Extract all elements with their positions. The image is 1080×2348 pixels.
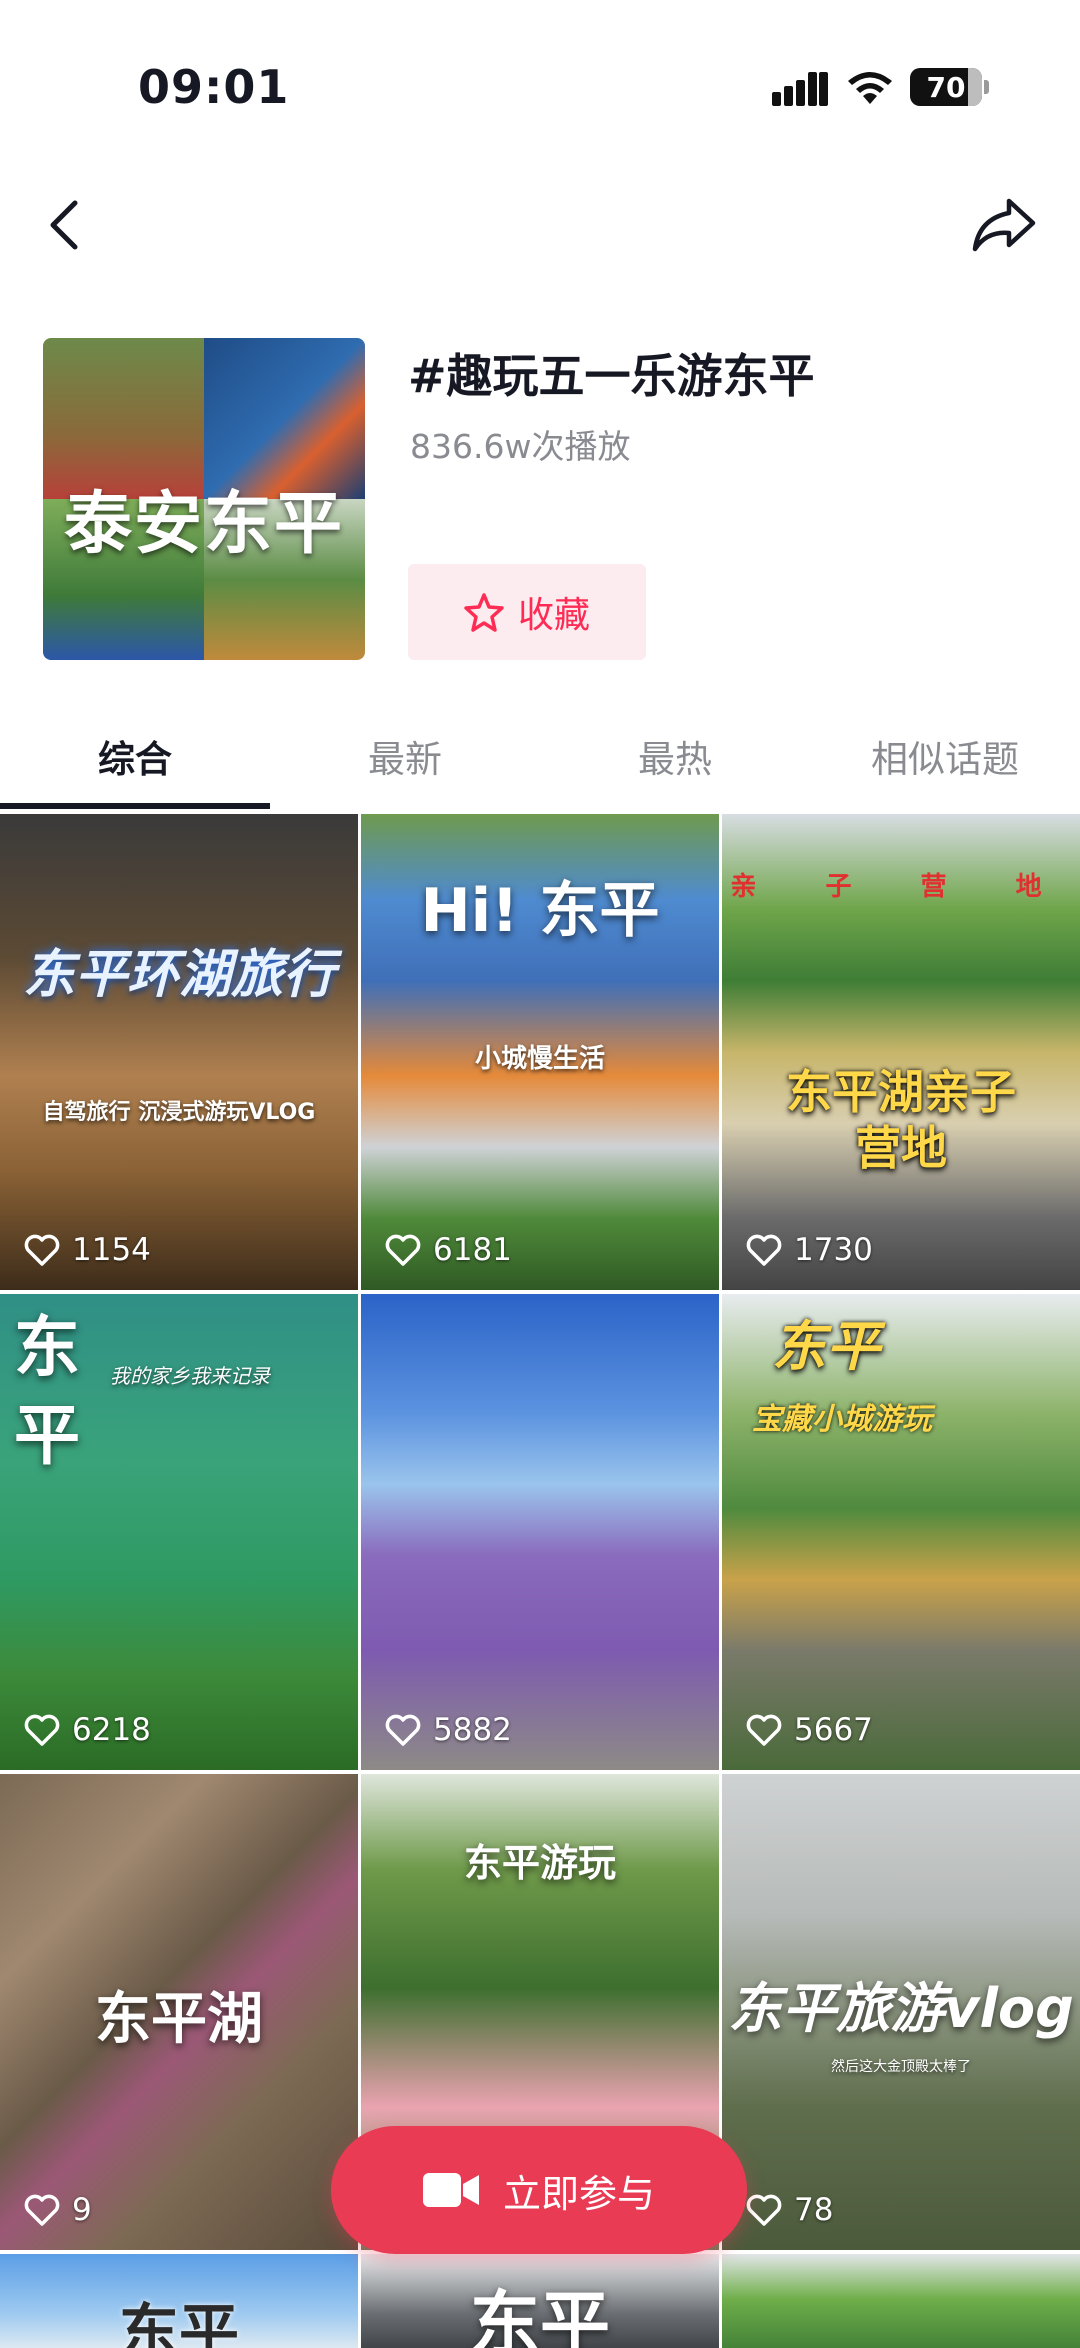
video-subtitle: 亲 子 营 地 [730, 872, 1072, 902]
heart-icon [746, 2194, 782, 2226]
like-count-value: 5882 [433, 1712, 512, 1748]
heart-icon [24, 1234, 60, 1266]
like-count-value: 6181 [433, 1232, 512, 1268]
active-tab-indicator [0, 803, 270, 809]
topic-title: #趣玩五一乐游东平 [408, 349, 815, 403]
video-card[interactable]: 5882 [361, 1294, 719, 1770]
like-count: 9 [24, 2192, 92, 2228]
video-subtitle: 然后这大金顶殿太棒了 [831, 2059, 971, 2075]
video-title: 东平游玩 [463, 1841, 616, 1885]
like-count: 78 [746, 2192, 833, 2228]
cellular-signal-icon [772, 72, 828, 106]
status-time: 09:01 [138, 60, 290, 114]
video-card[interactable]: 东平湖 9 [0, 1774, 358, 2250]
video-card[interactable]: 东平 [361, 2254, 719, 2348]
like-count-value: 78 [794, 2192, 834, 2228]
like-count: 1730 [746, 1232, 873, 1268]
join-now-label: 立即参与 [502, 2171, 655, 2216]
video-subtitle: 自驾旅行 沉浸式游玩VLOG [42, 1100, 316, 1125]
video-card[interactable] [722, 2254, 1080, 2348]
battery-empty-segment [968, 68, 982, 106]
tab-comprehensive[interactable]: 综合 [0, 720, 270, 812]
status-bar: 09:01 70 [0, 0, 1080, 150]
back-button[interactable] [34, 190, 94, 260]
video-title: 东平湖亲子营地 [786, 1065, 1016, 1175]
video-card[interactable]: Hi! 东平 小城慢生活 6181 [361, 814, 719, 1290]
video-title: 东平 [470, 2283, 610, 2348]
video-card[interactable]: 亲 子 营 地 东平湖亲子营地 1730 [722, 814, 1080, 1290]
heart-icon [746, 1714, 782, 1746]
favorite-label: 收藏 [517, 595, 590, 636]
star-icon [464, 593, 504, 632]
battery-icon: 70 [910, 68, 989, 106]
like-count: 6218 [24, 1712, 151, 1748]
chevron-left-icon [50, 200, 78, 250]
heart-icon [24, 1714, 60, 1746]
heart-icon [385, 1234, 421, 1266]
like-count-value: 1154 [72, 1232, 151, 1268]
video-subtitle: 我的家乡我来记录 [110, 1364, 270, 1388]
video-title: 东平湖 [95, 1987, 263, 2052]
heart-icon [385, 1714, 421, 1746]
share-button[interactable] [966, 190, 1042, 260]
cover-title: 泰安东平 [63, 485, 344, 564]
video-title: 东平 [119, 2298, 239, 2348]
video-card[interactable]: 东平 [0, 2254, 358, 2348]
video-subtitle: 宝藏小城游玩 [752, 1402, 932, 1437]
wifi-icon [848, 72, 892, 104]
like-count: 6181 [385, 1232, 512, 1268]
tab-hottest[interactable]: 最热 [540, 720, 810, 812]
favorite-button[interactable]: 收藏 [408, 564, 646, 660]
heart-icon [24, 2194, 60, 2226]
tab-similar-topics[interactable]: 相似话题 [810, 720, 1080, 812]
video-card[interactable]: 东平环湖旅行 自驾旅行 沉浸式游玩VLOG 1154 [0, 814, 358, 1290]
video-camera-icon [422, 2173, 479, 2207]
like-count-value: 5667 [794, 1712, 873, 1748]
battery-level: 70 [926, 70, 966, 104]
video-title: 东平 [14, 1309, 80, 1474]
like-count-value: 6218 [72, 1712, 151, 1748]
video-title: 东平旅游vlog [728, 1977, 1074, 2040]
tab-latest[interactable]: 最新 [270, 720, 540, 812]
heart-icon [746, 1234, 782, 1266]
topic-play-count: 836.6w次播放 [410, 427, 631, 466]
video-card[interactable]: 东平旅游vlog 然后这大金顶殿太棒了 78 [722, 1774, 1080, 2250]
video-title: 东平环湖旅行 [22, 945, 335, 1005]
video-title: Hi! 东平 [420, 876, 660, 946]
video-subtitle: 小城慢生活 [474, 1044, 605, 1074]
video-card[interactable]: 东平 宝藏小城游玩 5667 [722, 1294, 1080, 1770]
join-now-button[interactable]: 立即参与 [331, 2126, 747, 2254]
tab-bar: 综合 最新 最热 相似话题 [0, 720, 1080, 812]
video-card[interactable]: 东平 我的家乡我来记录 6218 [0, 1294, 358, 1770]
share-icon [972, 198, 1036, 252]
like-count-value: 1730 [794, 1232, 873, 1268]
like-count: 5667 [746, 1712, 873, 1748]
like-count: 1154 [24, 1232, 151, 1268]
topic-cover-image: 泰安东平 [43, 338, 365, 660]
like-count: 5882 [385, 1712, 512, 1748]
like-count-value: 9 [72, 2192, 92, 2228]
video-title: 东平 [772, 1315, 880, 1378]
